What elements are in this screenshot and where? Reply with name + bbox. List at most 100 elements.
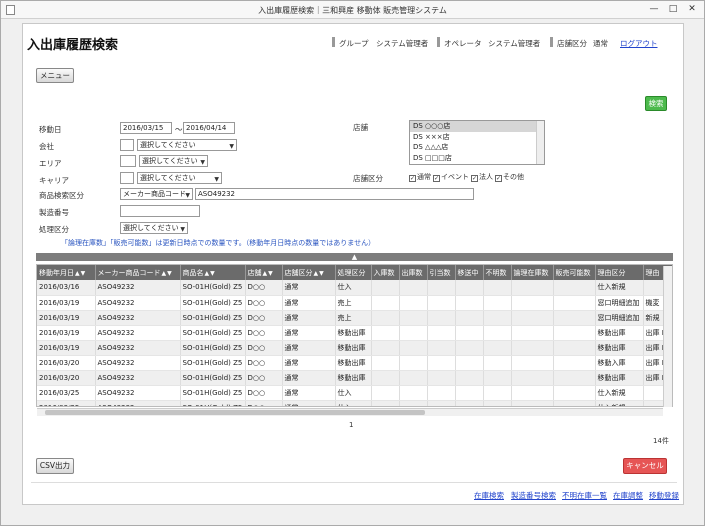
table-row[interactable]: 2016/03/25ASO49232SO-01H(Gold) Z5D○○通常仕入… (37, 400, 672, 406)
cancel-button[interactable]: キャンセル (623, 458, 667, 474)
maximize-icon[interactable]: □ (667, 3, 679, 15)
table-cell-quantity (483, 310, 512, 326)
product-search-type-select[interactable]: メーカー商品コード ▼ (120, 188, 193, 200)
table-row[interactable]: 2016/03/19 ASO49232 SO-01H(Gold) Z5 D○○ 通常 売上… (37, 310, 672, 326)
logout-link[interactable]: ログアウト (620, 38, 658, 49)
table-cell-quantity (483, 400, 512, 406)
scrollbar-thumb[interactable] (45, 410, 425, 415)
table-cell-proc: 仕入 (335, 385, 372, 401)
column-header: 引当数 (427, 265, 456, 280)
area-code-input[interactable] (120, 155, 136, 167)
table-cell-proc: 移動出庫 (335, 370, 372, 386)
minimize-icon[interactable]: — (648, 3, 660, 15)
table-cell-quantity (483, 325, 512, 341)
table-row[interactable]: 2016/03/20 ASO49232 SO-01H(Gold) Z5 D○○ 通常 移動… (37, 355, 672, 371)
product-search-type-value: メーカー商品コード (123, 190, 186, 198)
table-horizontal-scrollbar[interactable] (37, 408, 663, 416)
store-option[interactable]: DS □□□店 (410, 153, 544, 164)
sort-asc-icon[interactable]: ▲ (162, 270, 167, 277)
listbox-scrollbar[interactable] (536, 121, 544, 164)
sort-asc-icon[interactable]: ▲ (205, 270, 210, 277)
sort-asc-icon[interactable]: ▲ (263, 270, 268, 277)
company-select[interactable]: 選択してください ▼ (137, 139, 237, 151)
table-cell-reason: 仕入新規 (595, 280, 644, 296)
table-cell-proc: 売上 (335, 310, 372, 326)
csv-export-button[interactable]: CSV出力 (36, 458, 74, 474)
table-cell-date: 2016/03/19 (37, 325, 96, 341)
operator-label: オペレータ (444, 39, 482, 48)
footer-link-move-register[interactable]: 移動登録 (649, 490, 679, 501)
table-cell-store: D○○ (245, 295, 283, 311)
area-select[interactable]: 選択してください ▼ (139, 155, 208, 167)
store-type-check-corporate[interactable]: ✓ 法人 (471, 172, 493, 182)
carrier-code-input[interactable] (120, 172, 134, 184)
date-to-input[interactable]: 2016/04/14 (183, 122, 235, 134)
table-row[interactable]: 2016/03/19 ASO49232 SO-01H(Gold) Z5 D○○ 通常 移動… (37, 325, 672, 341)
store-type-check-label: その他 (503, 173, 524, 181)
table-row[interactable]: 2016/03/20 ASO49232 SO-01H(Gold) Z5 D○○ 通常 移動… (37, 370, 672, 386)
store-option[interactable]: DS ○○○店 (410, 121, 544, 132)
table-cell-store: D○○ (245, 280, 283, 296)
table-cell-quantity (553, 385, 596, 401)
table-cell-quantity (399, 355, 428, 371)
table-row[interactable]: 2016/03/16 ASO49232 SO-01H(Gold) Z5 D○○ 通常 仕入… (37, 280, 672, 296)
footer-link-stock-adjust[interactable]: 在庫調整 (613, 490, 643, 501)
collapse-toggle[interactable]: ▲ (36, 253, 673, 261)
store-listbox[interactable]: DS ○○○店 DS ×××店 DS △△△店 DS □□□店 (409, 120, 545, 165)
sort-asc-icon[interactable]: ▲ (314, 270, 319, 277)
product-code-input[interactable]: ASO49232 (195, 188, 474, 200)
table-cell-quantity (455, 385, 484, 401)
table-cell-date: 2016/03/19 (37, 310, 96, 326)
sort-desc-icon[interactable]: ▼ (167, 270, 172, 277)
carrier-select-value: 選択してください (140, 174, 196, 182)
serial-input[interactable] (120, 205, 200, 217)
column-header[interactable]: メーカー商品コード▲▼ (95, 265, 181, 280)
footer-link-unknown-stock[interactable]: 不明在庫一覧 (562, 490, 607, 501)
column-header[interactable]: 移動年月日▲▼ (37, 265, 96, 280)
table-cell-quantity (371, 340, 400, 356)
company-code-input[interactable] (120, 139, 134, 151)
date-from-input[interactable]: 2016/03/15 (120, 122, 172, 134)
table-cell-quantity (553, 400, 596, 406)
store-type-check-event[interactable]: ✓ イベント (433, 172, 469, 182)
group-marker (332, 37, 335, 47)
chevron-down-icon: ▼ (229, 143, 234, 150)
sort-desc-icon[interactable]: ▼ (319, 270, 324, 277)
store-type-check-normal[interactable]: ✓ 通常 (409, 172, 431, 182)
table-cell-quantity (427, 295, 456, 311)
table-cell-quantity (511, 295, 554, 311)
table-cell-quantity (483, 295, 512, 311)
table-vertical-scrollbar[interactable] (663, 266, 672, 407)
close-icon[interactable]: ✕ (686, 3, 698, 15)
table-cell-reason: 窓口明細追加 (595, 310, 644, 326)
table-cell-store: D○○ (245, 310, 283, 326)
column-header[interactable]: 店舗区分▲▼ (282, 265, 336, 280)
column-header: 出庫数 (399, 265, 428, 280)
menu-button[interactable]: メニュー (36, 68, 74, 83)
process-type-select[interactable]: 選択してください ▼ (120, 222, 188, 234)
carrier-select[interactable]: 選択してください ▼ (137, 172, 222, 184)
table-cell-date: 2016/03/20 (37, 355, 96, 371)
store-option[interactable]: DS ×××店 (410, 132, 544, 143)
table-cell-name: SO-01H(Gold) Z5 (180, 310, 246, 326)
store-type-check-other[interactable]: ✓ その他 (495, 172, 524, 182)
footer-link-stock-search[interactable]: 在庫検索 (474, 490, 504, 501)
window-title: 入出庫履歴検索｜三和興産 移動体 販売管理システム (258, 6, 447, 15)
sort-asc-icon[interactable]: ▲ (75, 270, 80, 277)
pager-current-page[interactable]: 1 (349, 421, 353, 429)
table-row[interactable]: 2016/03/19 ASO49232 SO-01H(Gold) Z5 D○○ 通常 移動… (37, 340, 672, 356)
search-button[interactable]: 検索 (645, 96, 667, 111)
footer-link-serial-search[interactable]: 製造番号検索 (511, 490, 556, 501)
table-row[interactable]: 2016/03/19 ASO49232 SO-01H(Gold) Z5 D○○ 通常 売上… (37, 295, 672, 311)
table-cell-stype: 通常 (282, 370, 336, 386)
store-option[interactable]: DS △△△店 (410, 142, 544, 153)
column-header: 処理区分 (335, 265, 372, 280)
main-content: 入出庫履歴検索 グループ システム管理者 オペレータ システム管理者 店舗区分 … (22, 23, 684, 505)
column-header[interactable]: 商品名▲▼ (180, 265, 246, 280)
sort-desc-icon[interactable]: ▼ (268, 270, 273, 277)
table-cell-name: SO-01H(Gold) Z5 (180, 295, 246, 311)
sort-desc-icon[interactable]: ▼ (81, 270, 86, 277)
sort-desc-icon[interactable]: ▼ (210, 270, 215, 277)
column-header[interactable]: 店舗▲▼ (245, 265, 283, 280)
table-row[interactable]: 2016/03/25ASO49232SO-01H(Gold) Z5D○○通常仕入… (37, 385, 672, 401)
